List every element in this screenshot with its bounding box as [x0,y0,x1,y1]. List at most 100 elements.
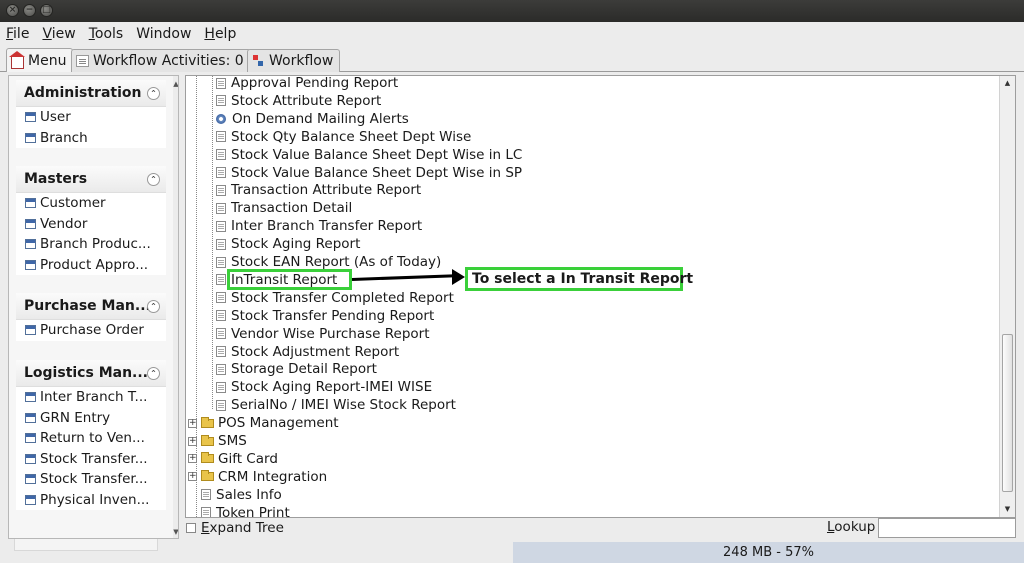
lookup-input[interactable] [878,518,1016,538]
tab-workflow-activities[interactable]: Workflow Activities: 0 [71,49,251,72]
scroll-up-icon[interactable]: ▲ [1002,78,1013,88]
folder-icon [201,434,214,446]
tree-item-report[interactable]: Stock Aging Report [216,235,360,253]
tree-folder[interactable]: + CRM Integration [188,468,327,486]
document-icon [216,328,226,340]
tree-item-report[interactable]: Transaction Attribute Report [216,181,421,199]
tree-item-label: Approval Pending Report [231,75,399,91]
tab-menu[interactable]: Menu [6,48,74,72]
expand-icon[interactable]: + [188,418,197,428]
maximize-window-button[interactable]: □ [40,4,53,17]
tree-item-report[interactable]: Inter Branch Transfer Report [216,217,422,235]
scrollbar-thumb[interactable] [1002,334,1013,492]
window-icon [25,132,36,143]
tree-item-report[interactable]: On Demand Mailing Alerts [216,110,409,128]
expand-icon[interactable]: + [188,472,197,482]
tree-item-label: Stock Adjustment Report [231,343,400,360]
tree-folder[interactable]: + Gift Card [188,450,278,468]
tree-item-report[interactable]: Vendor Wise Purchase Report [216,325,430,343]
window-icon [25,198,36,209]
tree-item-report[interactable]: Transaction Detail [216,199,352,217]
document-icon [216,238,226,250]
tree-item-label: SerialNo / IMEI Wise Stock Report [231,397,456,414]
window-icon [25,494,36,505]
tree-item-report[interactable]: Stock Transfer Pending Report [216,307,434,325]
tree-item-report[interactable]: Stock Value Balance Sheet Dept Wise in S… [216,164,522,182]
tab-workflow-label: Workflow [269,53,334,69]
window-icon [25,218,36,229]
tree-item-report[interactable]: Storage Detail Report [216,360,377,378]
document-icon [216,167,226,178]
tree-item-label: Stock Attribute Report [231,92,382,109]
tree-item-report[interactable]: Stock Attribute Report [216,92,381,110]
sidebar-item-branch[interactable]: Branch [16,128,166,149]
tree-folder[interactable]: + SMS [188,432,247,450]
tree-scrollbar[interactable]: ▲ ▼ [999,76,1015,517]
tree-item-report[interactable]: Stock Value Balance Sheet Dept Wise in L… [216,146,522,164]
tree-item-report[interactable]: Stock Qty Balance Sheet Dept Wise [216,128,471,146]
tree-item-report[interactable]: SerialNo / IMEI Wise Stock Report [216,396,456,414]
menu-window[interactable]: Window [136,26,191,42]
section-header[interactable]: Masters ⌃ [16,166,166,193]
menu-view[interactable]: View [42,26,75,42]
expand-icon[interactable]: + [188,436,197,446]
window-icon [25,433,36,444]
sidebar-item-vendor[interactable]: Vendor [16,214,166,235]
menu-tools[interactable]: Tools [89,26,124,42]
section-header[interactable]: Logistics Man... ⌃ [16,360,166,387]
sidebar-item-customer[interactable]: Customer [16,193,166,214]
tree-item-label: Stock Value Balance Sheet Dept Wise in S… [231,164,523,181]
tree-item-leaf[interactable]: Sales Info [201,486,282,504]
collapse-icon[interactable]: ⌃ [147,367,160,380]
sidebar-item-return-to-vendor[interactable]: Return to Ven... [16,428,166,449]
window-icon [25,392,36,403]
sidebar-item-physical-inventory[interactable]: Physical Inven... [16,490,166,511]
clipboard-icon [76,55,89,67]
scroll-up-icon[interactable]: ▲ [173,78,178,90]
expand-icon[interactable]: + [188,454,197,464]
expand-tree-checkbox[interactable] [186,523,196,533]
expand-tree-label[interactable]: Expand Tree [201,520,284,536]
close-window-button[interactable]: × [6,4,19,17]
sidebar-item-branch-product[interactable]: Branch Produc... [16,234,166,255]
sidebar-item-product-approval[interactable]: Product Appro... [16,255,166,276]
tab-workflow[interactable]: Workflow [247,49,341,72]
tree-item-report[interactable]: Stock Transfer Completed Report [216,289,454,307]
collapse-icon[interactable]: ⌃ [147,87,160,100]
sidebar-item-grn-entry[interactable]: GRN Entry [16,408,166,429]
tree-item-report[interactable]: Approval Pending Report [216,75,399,92]
sidebar-item-purchase-order[interactable]: Purchase Order [16,320,166,341]
sidebar-item-stock-transfer[interactable]: Stock Transfer... [16,469,166,490]
intransit-highlight-box [227,269,352,290]
tree-item-label: Sales Info [216,486,282,503]
scroll-down-icon[interactable]: ▼ [173,526,178,538]
scroll-down-icon[interactable]: ▼ [1002,504,1013,514]
house-icon [9,50,25,69]
sidebar-item-stock-transfer[interactable]: Stock Transfer... [16,449,166,470]
minimize-window-button[interactable]: − [23,4,36,17]
tree-item-report[interactable]: Stock Adjustment Report [216,343,399,361]
minimize-icon: − [25,5,34,15]
memory-status[interactable]: 248 MB - 57% [513,542,1024,563]
tree-item-leaf[interactable]: Token Print [201,504,290,517]
sidebar-item-user[interactable]: User [16,107,166,128]
tree-item-label: Storage Detail Report [231,361,377,378]
tree-item-report[interactable]: Stock Aging Report-IMEI WISE [216,378,432,396]
tree-item-label: On Demand Mailing Alerts [232,110,409,127]
collapse-icon[interactable]: ⌃ [147,300,160,313]
document-icon [216,292,226,304]
tree-folder[interactable]: + POS Management [188,414,339,432]
section-header[interactable]: Purchase Man... ⌃ [16,293,166,320]
folder-icon [201,452,214,464]
collapse-icon[interactable]: ⌃ [147,173,160,186]
sidebar-section-logistics: Logistics Man... ⌃ Inter Branch T... GRN … [16,360,166,510]
sidebar-scrollbar[interactable]: ▲ ▼ [173,76,178,538]
sidebar-item-inter-branch[interactable]: Inter Branch T... [16,387,166,408]
menu-help[interactable]: Help [204,26,236,42]
menu-file[interactable]: File [6,26,29,42]
document-icon [216,220,226,232]
tree-item-label: Stock Aging Report [231,236,361,253]
section-header[interactable]: Administration ⌃ [16,80,166,107]
tree-bottom-bar: Expand Tree Lookup [185,518,1016,538]
menu-tree: Approval Pending Report Stock Attribute R… [185,75,1016,518]
